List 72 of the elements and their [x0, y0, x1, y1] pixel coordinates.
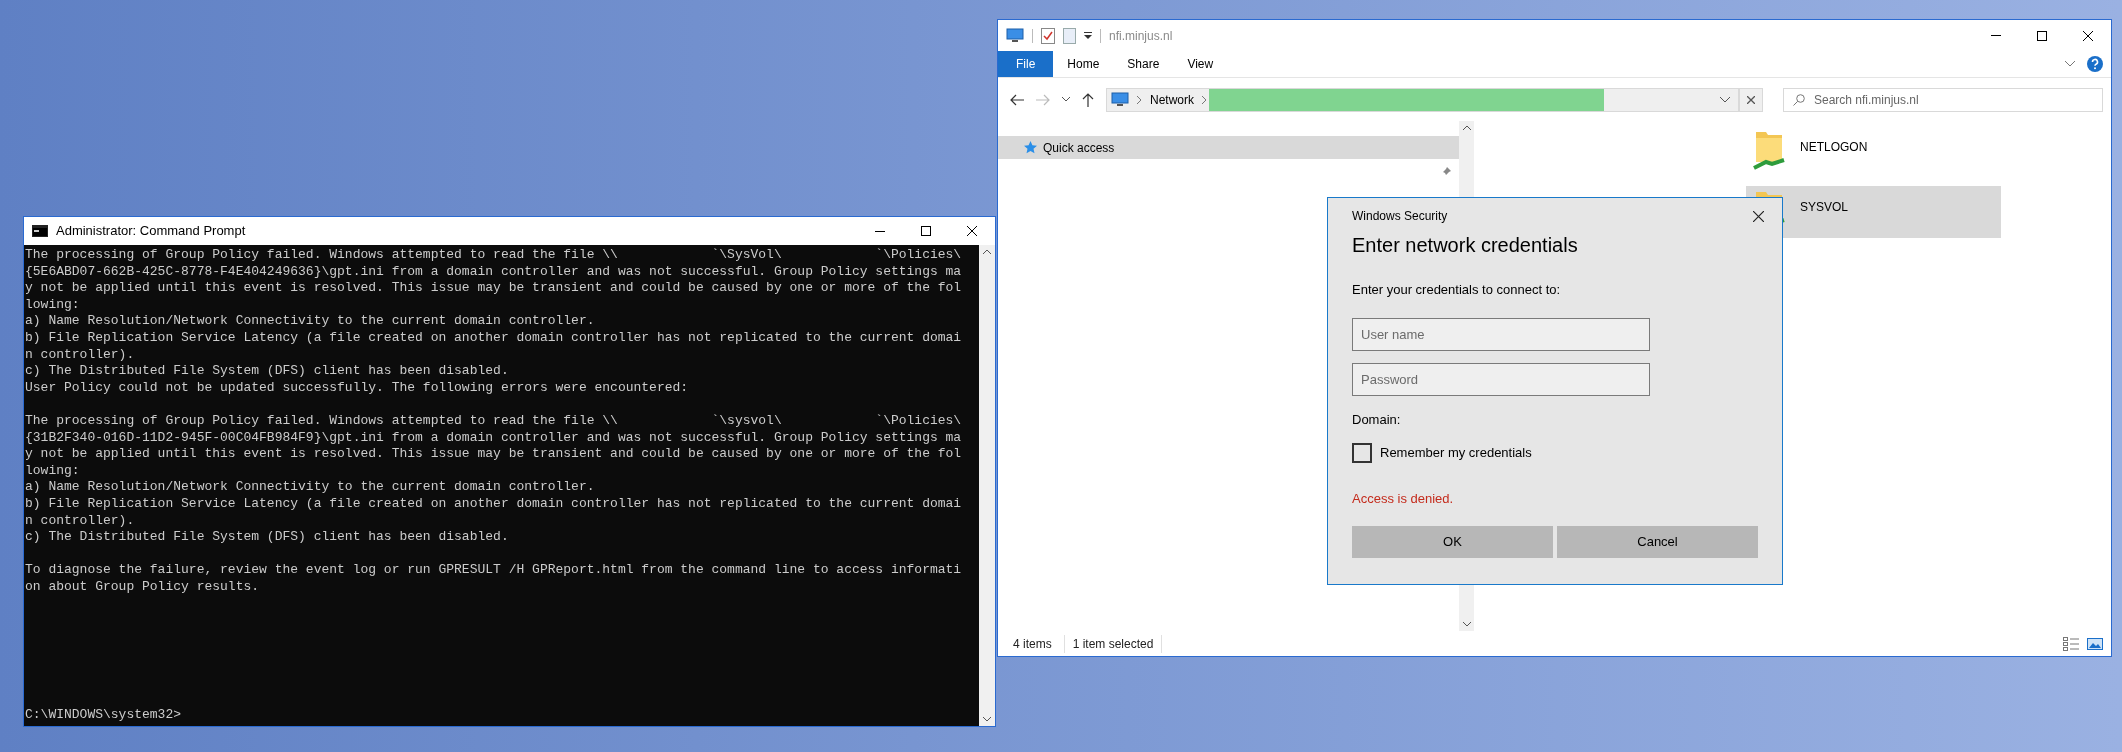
instruction-text: Enter your credentials to connect to: — [1352, 281, 1562, 299]
console-prompt: C:\WINDOWS\system32> — [25, 707, 183, 724]
dialog-heading: Enter network credentials — [1352, 233, 1579, 258]
console-line: The processing of Group Policy failed. Windows attempted to read the file \\ `\sysvol\ `\Policies\ — [25, 412, 963, 430]
console-line: a) Name Resolution/Network Connectivity to the current domain controller. — [25, 479, 596, 496]
back-arrow-icon[interactable] — [1010, 93, 1024, 106]
dialog-title: Windows Security — [1352, 208, 1448, 225]
ribbon-tab[interactable]: Home — [1053, 51, 1114, 77]
domain-label: Domain: — [1352, 410, 1402, 429]
ribbon-tab[interactable]: View — [1173, 51, 1228, 77]
nav-item[interactable]: Quick access — [998, 136, 1459, 159]
close-icon — [967, 226, 977, 236]
console-line: y not be applied until this event is resolved. This issue may be transient and could be caused by one or more of the fol — [25, 446, 963, 463]
dropdown-icon — [1084, 31, 1092, 40]
up-arrow-icon[interactable] — [1082, 92, 1094, 107]
document-icon — [1063, 27, 1076, 44]
computer-icon — [1111, 92, 1129, 107]
chevron-down-icon[interactable] — [1062, 97, 1070, 102]
console-line: c) The Distributed File System (DFS) client has been disabled. — [25, 363, 510, 380]
console-line: User Policy could not be updated successfully. The following errors were encountered: — [25, 379, 690, 397]
input-field[interactable]: User name — [1352, 317, 1650, 351]
console-line: lowing: — [25, 296, 81, 314]
help-icon[interactable] — [2087, 56, 2103, 72]
search-field[interactable]: Search nfi.minjus.nl — [1783, 87, 2103, 112]
console-icon — [32, 225, 48, 237]
details-view-icon[interactable] — [2063, 636, 2079, 651]
checkbox[interactable] — [1352, 443, 1372, 463]
search-icon — [1793, 93, 1805, 106]
console-line: To diagnose the failure, review the event log or run GPRESULT /H GPReport.html from the command line to access informati — [25, 562, 963, 579]
close-icon — [1747, 95, 1755, 104]
breadcrumb[interactable]: Network — [1150, 90, 1194, 109]
ribbon-tab[interactable]: Share — [1113, 51, 1174, 77]
error-message: Access is denied. — [1352, 490, 1455, 508]
chevron-right-icon — [1202, 95, 1207, 104]
console-line: {5E6ABD07-662B-425C-8778-F4E404249636}\gpt.ini from a domain controller and was not successful. Group Policy settings ma — [25, 263, 963, 281]
console-line: The processing of Group Policy failed. Windows attempted to read the file \\ `\SysVol\ `\Policies\ — [25, 247, 963, 264]
item-count: 4 items — [1013, 634, 1065, 653]
selection-status: 1 item selected — [1064, 634, 1163, 653]
network-folder-icon — [1752, 130, 1786, 172]
dialog-button[interactable]: Cancel — [1557, 525, 1758, 558]
folder-item[interactable]: NETLOGON — [1746, 126, 2001, 178]
close-icon — [2083, 30, 2093, 41]
chevron-down-icon[interactable] — [1720, 96, 1730, 103]
checklist-icon — [1041, 27, 1055, 44]
minimize-icon — [875, 230, 885, 232]
console-line: b) File Replication Service Latency (a file created on another domain controller has not replicated to the current domai — [25, 329, 963, 347]
console-line: b) File Replication Service Latency (a file created on another domain controller has not replicated to the current domai — [25, 495, 963, 513]
console-line: y not be applied until this event is resolved. This issue may be transient and could be caused by one or more of the fol — [25, 280, 963, 297]
window-title: nfi.minjus.nl — [1109, 27, 1173, 45]
console-line: n controller). — [25, 346, 136, 364]
minimize-icon — [1991, 35, 2001, 36]
computer-icon — [1006, 28, 1024, 43]
star-icon — [1024, 141, 1037, 154]
console-line: c) The Distributed File System (DFS) client has been disabled. — [25, 529, 510, 546]
console-line: {31B2F340-016D-11D2-945F-00C04FB984F9}\gpt.ini from a domain controller and was not successful. Group Policy settings ma — [25, 429, 963, 447]
console-line: a) Name Resolution/Network Connectivity to the current domain controller. — [25, 313, 596, 330]
maximize-icon — [921, 226, 931, 236]
dialog-button[interactable]: OK — [1352, 525, 1553, 558]
console-line: n controller). — [25, 512, 136, 530]
clear-button[interactable] — [1739, 87, 1763, 112]
scrollbar[interactable] — [979, 245, 995, 726]
ribbon-tab[interactable]: File — [998, 51, 1054, 77]
maximize-icon — [2037, 30, 2047, 41]
console-line: lowing: — [25, 462, 81, 480]
window-title: Administrator: Command Prompt — [56, 222, 246, 241]
console-line: on about Group Policy results. — [25, 578, 261, 596]
chevron-right-icon — [1137, 95, 1142, 104]
checkbox-label[interactable]: Remember my credentials — [1380, 443, 1532, 463]
input-field[interactable]: Password — [1352, 362, 1650, 396]
address-bar[interactable]: Network — [1106, 87, 1739, 112]
chevron-down-icon[interactable] — [2065, 61, 2075, 67]
thumbnail-view-icon[interactable] — [2087, 636, 2103, 651]
